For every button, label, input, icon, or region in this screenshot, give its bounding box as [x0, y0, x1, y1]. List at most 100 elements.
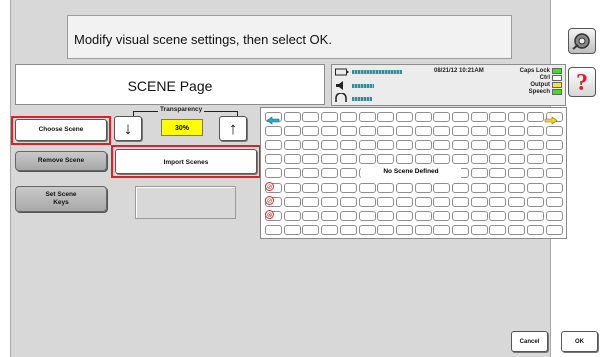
grid-cell[interactable] — [283, 168, 301, 179]
grid-cell[interactable] — [339, 168, 357, 179]
grid-cell[interactable] — [470, 112, 488, 122]
grid-cell[interactable] — [395, 126, 413, 137]
grid-cell[interactable] — [414, 154, 432, 165]
grid-cell[interactable] — [321, 224, 339, 235]
grid-cell[interactable] — [283, 126, 301, 137]
grid-right-arrow-icon[interactable] — [544, 112, 558, 125]
grid-cell[interactable] — [377, 210, 395, 221]
grid-cell[interactable] — [321, 196, 339, 207]
grid-cell[interactable] — [377, 224, 395, 235]
grid-cell[interactable] — [283, 140, 301, 151]
grid-cell[interactable] — [339, 182, 357, 193]
cancel-button[interactable]: Cancel — [511, 331, 548, 352]
choose-scene-button[interactable]: Choose Scene — [15, 119, 107, 141]
grid-cell[interactable] — [358, 126, 376, 137]
set-scene-keys-button[interactable]: Set Scene Keys — [15, 186, 107, 212]
grid-cell[interactable] — [452, 140, 469, 151]
grid-cell[interactable] — [414, 224, 432, 235]
help-button[interactable]: ? — [568, 67, 596, 97]
grid-cell[interactable] — [321, 154, 339, 165]
grid-cell[interactable] — [321, 182, 339, 193]
grid-cell[interactable] — [358, 154, 376, 165]
grid-cell[interactable] — [283, 210, 301, 221]
grid-cell[interactable] — [358, 196, 376, 207]
grid-cell[interactable] — [508, 210, 526, 221]
grid-cell[interactable] — [545, 154, 563, 165]
grid-cell[interactable] — [321, 210, 339, 221]
grid-cell[interactable] — [395, 112, 413, 122]
grid-cell[interactable] — [433, 154, 451, 165]
grid-cell[interactable] — [302, 126, 320, 137]
grid-cell[interactable] — [377, 140, 395, 151]
grid-cell[interactable] — [470, 168, 488, 179]
grid-cell[interactable] — [377, 112, 395, 122]
grid-cell[interactable] — [321, 112, 339, 122]
grid-cell[interactable] — [489, 168, 507, 179]
grid-cell[interactable] — [414, 196, 432, 207]
grid-cell[interactable] — [526, 154, 544, 165]
grid-clear-icon[interactable]: ⊘ — [265, 182, 274, 191]
grid-cell[interactable] — [358, 210, 376, 221]
grid-cell[interactable] — [433, 140, 451, 151]
grid-cell[interactable] — [452, 224, 469, 235]
grid-cell[interactable] — [526, 196, 544, 207]
ok-button[interactable]: OK — [561, 331, 598, 352]
grid-cell[interactable] — [526, 210, 544, 221]
transparency-up-button[interactable]: ↑ — [219, 116, 247, 141]
grid-cell[interactable] — [545, 210, 563, 221]
grid-cell[interactable] — [395, 182, 413, 193]
grid-cell[interactable] — [545, 126, 563, 137]
grid-cell[interactable] — [489, 112, 507, 122]
grid-cell[interactable] — [526, 112, 544, 122]
grid-cell[interactable] — [545, 224, 563, 235]
grid-cell[interactable] — [302, 168, 320, 179]
grid-cell[interactable] — [508, 182, 526, 193]
grid-cell[interactable] — [321, 168, 339, 179]
grid-cell[interactable] — [302, 140, 320, 151]
grid-cell[interactable] — [414, 210, 432, 221]
grid-cell[interactable] — [452, 154, 469, 165]
grid-cell[interactable] — [545, 182, 563, 193]
import-scenes-button[interactable]: Import Scenes — [115, 149, 257, 174]
grid-cell[interactable] — [395, 140, 413, 151]
grid-close-icon[interactable]: ⊗ — [265, 210, 274, 219]
grid-cell[interactable] — [302, 196, 320, 207]
grid-cell[interactable] — [395, 224, 413, 235]
grid-cell[interactable] — [433, 210, 451, 221]
grid-cell[interactable] — [489, 196, 507, 207]
grid-cell[interactable] — [377, 126, 395, 137]
grid-cell[interactable] — [395, 154, 413, 165]
grid-cell[interactable] — [339, 154, 357, 165]
grid-cell[interactable] — [508, 154, 526, 165]
grid-cell[interactable] — [489, 182, 507, 193]
grid-cell[interactable] — [470, 196, 488, 207]
grid-cell[interactable] — [265, 140, 282, 151]
grid-cell[interactable] — [265, 224, 282, 235]
grid-cell[interactable] — [470, 154, 488, 165]
grid-cell[interactable] — [489, 140, 507, 151]
grid-cell[interactable] — [377, 154, 395, 165]
grid-cell[interactable] — [452, 182, 469, 193]
scan-settings-icon[interactable] — [568, 28, 596, 54]
grid-cell[interactable] — [470, 140, 488, 151]
grid-cell[interactable] — [489, 126, 507, 137]
grid-cell[interactable] — [339, 224, 357, 235]
grid-cell[interactable] — [433, 112, 451, 122]
grid-cell[interactable] — [508, 196, 526, 207]
grid-cell[interactable] — [470, 210, 488, 221]
grid-cell[interactable] — [452, 112, 469, 122]
grid-cell[interactable] — [526, 140, 544, 151]
grid-cell[interactable] — [395, 196, 413, 207]
grid-cell[interactable] — [283, 112, 301, 122]
grid-cell[interactable] — [470, 182, 488, 193]
grid-cell[interactable] — [508, 168, 526, 179]
grid-cell[interactable] — [433, 126, 451, 137]
remove-scene-button[interactable]: Remove Scene — [15, 151, 107, 171]
grid-cell[interactable] — [339, 112, 357, 122]
transparency-down-button[interactable]: ↓ — [114, 116, 142, 141]
grid-cell[interactable] — [283, 196, 301, 207]
grid-cell[interactable] — [321, 140, 339, 151]
grid-cell[interactable] — [302, 182, 320, 193]
grid-cell[interactable] — [302, 154, 320, 165]
grid-cell[interactable] — [526, 168, 544, 179]
